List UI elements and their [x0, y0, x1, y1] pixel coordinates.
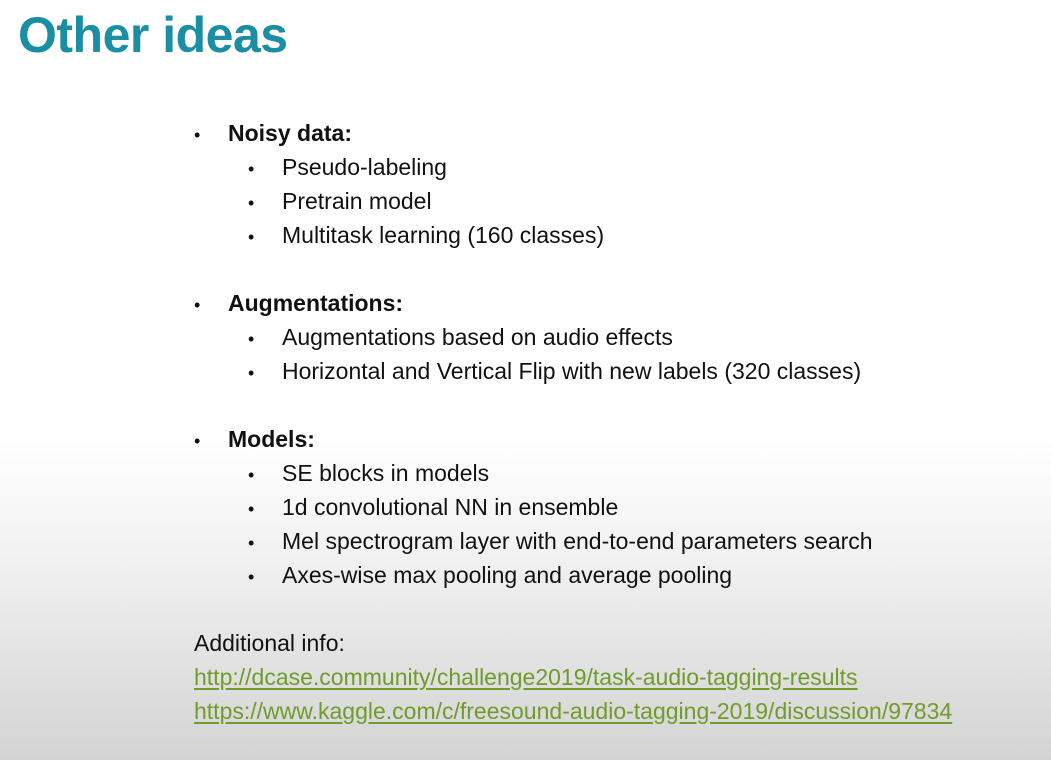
list-item: • Multitask learning (160 classes): [194, 218, 1044, 252]
section-noisy-data: • Noisy data: • Pseudo-labeling • Pretra…: [194, 116, 1044, 252]
bullet-icon: •: [194, 431, 201, 451]
additional-info-label: Additional info:: [194, 630, 345, 656]
list-item-text: 1d convolutional NN in ensemble: [282, 494, 619, 520]
section-heading-row: • Noisy data:: [194, 116, 1044, 150]
bullet-icon: •: [248, 193, 255, 213]
additional-info: Additional info: http://dcase.community/…: [194, 626, 1044, 728]
slide-content: • Noisy data: • Pseudo-labeling • Pretra…: [194, 116, 1044, 728]
list-item-text: Horizontal and Vertical Flip with new la…: [282, 358, 862, 384]
list-item: • Horizontal and Vertical Flip with new …: [194, 354, 1044, 388]
section-heading: Noisy data:: [228, 120, 352, 146]
section-heading-row: • Models:: [194, 422, 1044, 456]
dcase-results-link[interactable]: http://dcase.community/challenge2019/tas…: [194, 660, 1044, 694]
list-item-text: Multitask learning (160 classes): [282, 222, 605, 248]
kaggle-discussion-link[interactable]: https://www.kaggle.com/c/freesound-audio…: [194, 694, 1044, 728]
list-item-text: Mel spectrogram layer with end-to-end pa…: [282, 528, 873, 554]
list-item-text: Pretrain model: [282, 188, 432, 214]
list-item: • Augmentations based on audio effects: [194, 320, 1044, 354]
slide-title: Other ideas: [18, 7, 288, 63]
list-item-text: Augmentations based on audio effects: [282, 324, 673, 350]
section-heading: Models:: [228, 426, 315, 452]
list-item-text: Pseudo-labeling: [282, 154, 447, 180]
bullet-icon: •: [248, 329, 255, 349]
bullet-icon: •: [248, 363, 255, 383]
list-item: • SE blocks in models: [194, 456, 1044, 490]
list-item: • 1d convolutional NN in ensemble: [194, 490, 1044, 524]
section-models: • Models: • SE blocks in models • 1d con…: [194, 422, 1044, 592]
bullet-icon: •: [194, 295, 201, 315]
list-item: • Pseudo-labeling: [194, 150, 1044, 184]
list-item: • Axes-wise max pooling and average pool…: [194, 558, 1044, 592]
bullet-icon: •: [194, 125, 201, 145]
bullet-icon: •: [248, 533, 255, 553]
bullet-icon: •: [248, 499, 255, 519]
bullet-icon: •: [248, 465, 255, 485]
list-item-text: SE blocks in models: [282, 460, 490, 486]
bullet-icon: •: [248, 159, 255, 179]
list-item: • Pretrain model: [194, 184, 1044, 218]
list-item-text: Axes-wise max pooling and average poolin…: [282, 562, 733, 588]
bullet-icon: •: [248, 567, 255, 587]
bullet-icon: •: [248, 227, 255, 247]
section-heading-row: • Augmentations:: [194, 286, 1044, 320]
section-heading: Augmentations:: [228, 290, 404, 316]
list-item: • Mel spectrogram layer with end-to-end …: [194, 524, 1044, 558]
section-augmentations: • Augmentations: • Augmentations based o…: [194, 286, 1044, 388]
